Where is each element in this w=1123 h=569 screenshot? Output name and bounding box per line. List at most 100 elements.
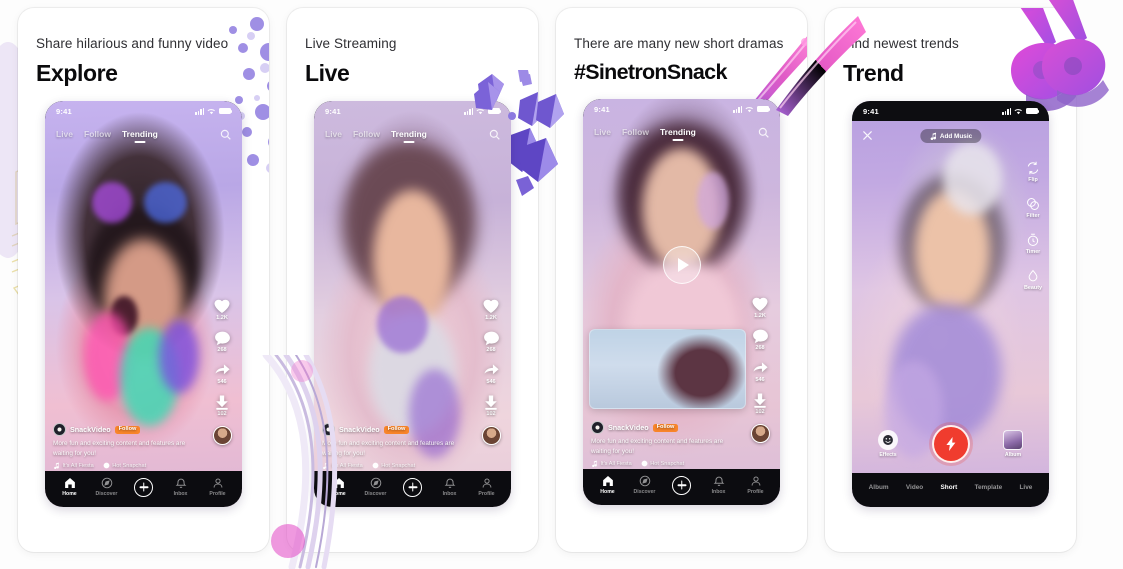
album-label: Album — [1004, 452, 1022, 458]
tab-inbox[interactable]: Inbox — [433, 477, 467, 497]
status-time: 9:41 — [325, 106, 341, 116]
tag-info[interactable]: Hot Snapchat — [372, 462, 415, 469]
tab-create[interactable] — [665, 475, 699, 495]
tab-inbox[interactable]: Inbox — [164, 477, 198, 497]
tag-info[interactable]: Hot Snapchat — [641, 460, 684, 467]
mode-album[interactable]: Album — [869, 484, 889, 491]
tab-profile[interactable]: Profile — [201, 477, 235, 497]
heart-icon — [752, 297, 768, 311]
tab-trending[interactable]: Trending — [660, 127, 696, 137]
tab-profile[interactable]: Profile — [470, 477, 504, 497]
effects-icon — [878, 430, 898, 450]
like-button[interactable]: 1.2K — [213, 297, 231, 321]
share-button[interactable]: 546 — [483, 362, 500, 385]
tab-inbox-label: Inbox — [711, 489, 726, 495]
author-avatar[interactable] — [53, 423, 66, 437]
tab-home[interactable]: Home — [53, 477, 87, 497]
comment-button[interactable]: 268 — [214, 330, 231, 353]
tag-title: Hot Snapchat — [381, 462, 416, 469]
tab-create[interactable] — [396, 477, 430, 497]
comment-button[interactable]: 268 — [752, 328, 769, 351]
download-button[interactable]: 102 — [752, 392, 768, 415]
wifi-icon — [476, 108, 484, 114]
battery-icon — [488, 107, 502, 115]
download-count: 102 — [755, 409, 765, 415]
mode-short[interactable]: Short — [941, 484, 958, 491]
tab-discover[interactable]: Discover — [90, 477, 124, 497]
filter-icon — [1027, 198, 1039, 210]
home-icon — [602, 476, 613, 486]
tab-follow[interactable]: Follow — [84, 129, 111, 139]
tab-follow[interactable]: Follow — [353, 129, 380, 139]
like-button[interactable]: 1.2K — [751, 295, 769, 319]
search-icon[interactable] — [489, 129, 500, 140]
feature-card-trend: Find newest trends Trend 9:41 Add Music … — [825, 8, 1076, 552]
card-kicker: Live Streaming — [305, 36, 397, 51]
tab-discover[interactable]: Discover — [628, 475, 662, 495]
avatar[interactable] — [481, 426, 501, 445]
home-icon — [333, 478, 344, 488]
mode-video[interactable]: Video — [906, 484, 923, 491]
tab-home[interactable]: Home — [322, 477, 356, 497]
music-title: It's All Fiesta — [62, 462, 94, 469]
tab-inbox[interactable]: Inbox — [702, 475, 736, 495]
camera-tools-rail: Flip Filter Timer Beauty — [1024, 161, 1042, 291]
album-button[interactable]: Album — [1003, 430, 1023, 458]
mode-template[interactable]: Template — [975, 484, 1003, 491]
phone-mockup: 9:41 Live Follow Trending 1.2K 268 546 1… — [583, 99, 780, 505]
person-icon — [751, 476, 760, 486]
feature-card-live: Live Streaming Live 9:41 Live Follow Tre… — [287, 8, 538, 552]
inset-video-preview[interactable] — [589, 329, 746, 409]
author-name: SnackVideo — [339, 425, 380, 435]
camera-controls: Effects Album — [852, 415, 1049, 473]
share-button[interactable]: 546 — [752, 360, 769, 383]
play-icon — [677, 258, 689, 273]
close-icon[interactable] — [861, 129, 874, 142]
bell-icon — [444, 478, 455, 488]
avatar[interactable] — [212, 426, 232, 445]
comment-button[interactable]: 268 — [483, 330, 500, 353]
author-avatar[interactable] — [591, 421, 604, 435]
tab-trending[interactable]: Trending — [122, 129, 158, 139]
follow-button[interactable]: Follow — [383, 425, 410, 435]
timer-button[interactable]: Timer — [1026, 233, 1040, 255]
music-info[interactable]: It's All Fiesta — [53, 462, 94, 469]
tab-discover[interactable]: Discover — [359, 477, 393, 497]
follow-button[interactable]: Follow — [652, 423, 679, 433]
music-info[interactable]: It's All Fiesta — [591, 460, 632, 467]
music-info[interactable]: It's All Fiesta — [322, 462, 363, 469]
record-button[interactable] — [931, 425, 970, 463]
author-avatar[interactable] — [322, 423, 335, 437]
search-icon[interactable] — [220, 129, 231, 140]
add-music-button[interactable]: Add Music — [919, 129, 982, 143]
download-button[interactable]: 102 — [214, 394, 230, 417]
tab-profile[interactable]: Profile — [739, 475, 773, 495]
download-button[interactable]: 102 — [483, 394, 499, 417]
avatar[interactable] — [750, 424, 770, 443]
flip-camera-button[interactable]: Flip — [1026, 161, 1040, 183]
tab-live[interactable]: Live — [594, 127, 611, 137]
search-icon[interactable] — [758, 127, 769, 138]
like-button[interactable]: 1.2K — [482, 297, 500, 321]
like-count: 1.2K — [216, 315, 228, 321]
tab-home[interactable]: Home — [591, 475, 625, 495]
card-header: Find newest trends Trend — [825, 8, 1076, 87]
comment-icon — [214, 331, 230, 346]
filter-button[interactable]: Filter — [1026, 197, 1040, 219]
share-button[interactable]: 546 — [214, 362, 231, 385]
follow-button[interactable]: Follow — [114, 425, 141, 435]
author-name: SnackVideo — [608, 423, 649, 433]
play-button[interactable] — [662, 246, 701, 285]
tab-create[interactable] — [127, 477, 161, 497]
tag-info[interactable]: Hot Snapchat — [103, 462, 146, 469]
tab-live[interactable]: Live — [325, 129, 342, 139]
tab-trending[interactable]: Trending — [391, 129, 427, 139]
effects-button[interactable]: Effects — [878, 430, 898, 458]
tab-live[interactable]: Live — [56, 129, 73, 139]
beauty-button[interactable]: Beauty — [1024, 269, 1042, 291]
plus-icon — [403, 477, 422, 497]
mode-live[interactable]: Live — [1020, 484, 1033, 491]
tab-follow[interactable]: Follow — [622, 127, 649, 137]
comment-icon — [752, 329, 768, 344]
signal-icon — [1002, 107, 1011, 115]
